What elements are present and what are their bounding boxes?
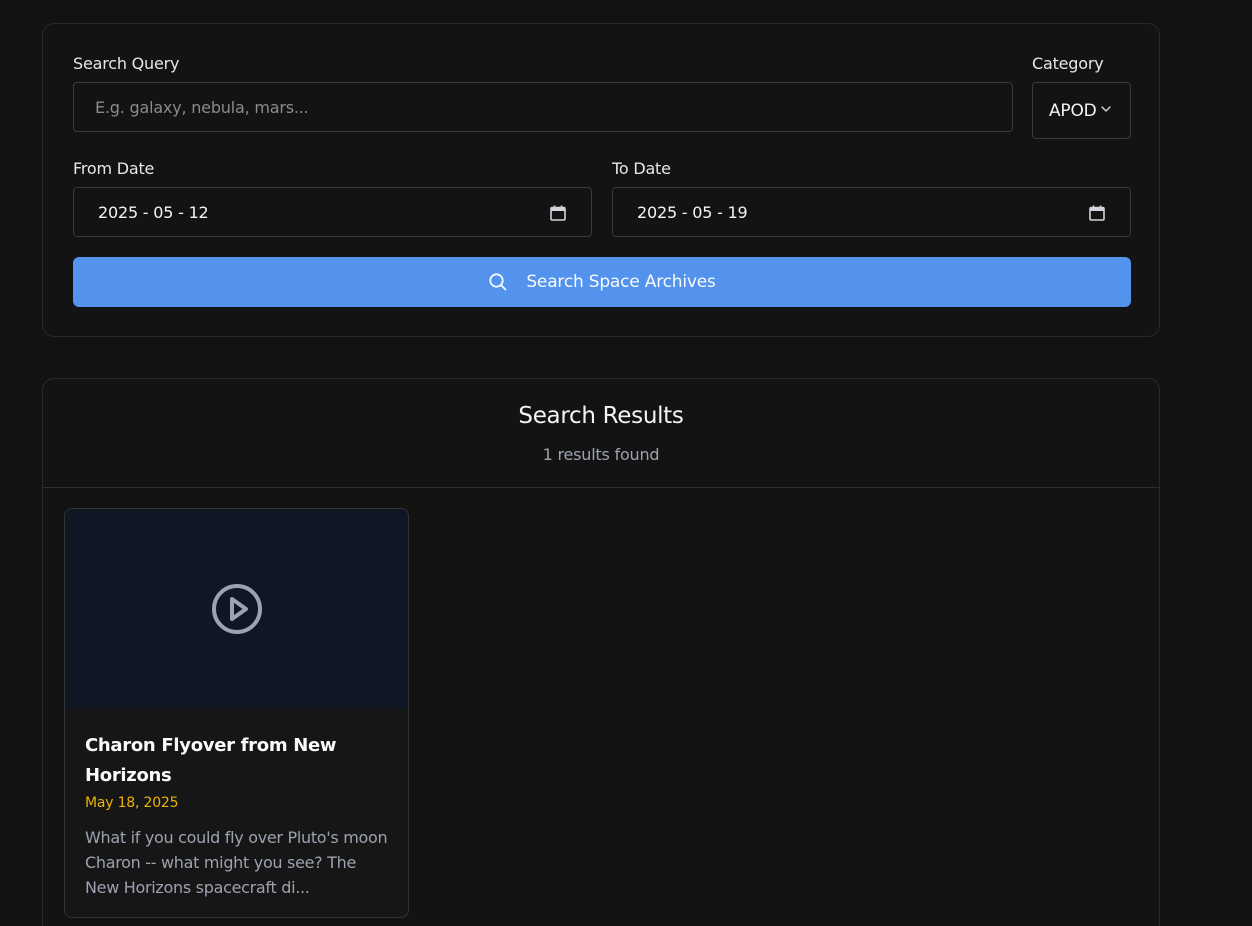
play-circle-icon[interactable] <box>210 582 264 636</box>
search-query-input[interactable]: E.g. galaxy, nebula, mars... <box>73 82 1013 132</box>
category-label: Category <box>1032 54 1104 73</box>
chevron-down-icon <box>1100 105 1111 112</box>
search-query-label: Search Query <box>73 54 180 73</box>
result-thumbnail[interactable] <box>65 509 408 709</box>
from-date-value: 2025 - 05 - 12 <box>98 202 209 222</box>
calendar-icon[interactable] <box>549 204 567 222</box>
result-card[interactable]: Charon Flyover from New Horizons May 18,… <box>64 508 409 918</box>
result-date: May 18, 2025 <box>85 795 179 811</box>
page: Search Query E.g. galaxy, nebula, mars..… <box>0 0 1252 926</box>
to-date-value: 2025 - 05 - 19 <box>637 202 748 222</box>
results-panel: Search Results 1 results found Charon Fl… <box>42 378 1160 926</box>
results-count: 1 results found <box>542 445 660 464</box>
result-title[interactable]: Charon Flyover from New Horizons <box>85 731 385 791</box>
search-button-label: Search Space Archives <box>526 272 716 292</box>
result-description: What if you could fly over Pluto's moon … <box>85 828 388 897</box>
to-date-input[interactable]: 2025 - 05 - 19 <box>612 187 1131 237</box>
category-selected-value: APOD <box>1049 100 1097 121</box>
results-header: Search Results 1 results found <box>43 379 1159 488</box>
to-date-label: To Date <box>612 159 671 178</box>
search-query-placeholder: E.g. galaxy, nebula, mars... <box>95 97 309 117</box>
search-panel: Search Query E.g. galaxy, nebula, mars..… <box>42 23 1160 337</box>
category-select[interactable]: APOD <box>1032 82 1131 139</box>
from-date-label: From Date <box>73 159 155 178</box>
results-title: Search Results <box>518 403 684 429</box>
search-button[interactable]: Search Space Archives <box>73 257 1131 307</box>
from-date-input[interactable]: 2025 - 05 - 12 <box>73 187 592 237</box>
search-icon <box>489 273 507 291</box>
calendar-icon[interactable] <box>1088 204 1106 222</box>
